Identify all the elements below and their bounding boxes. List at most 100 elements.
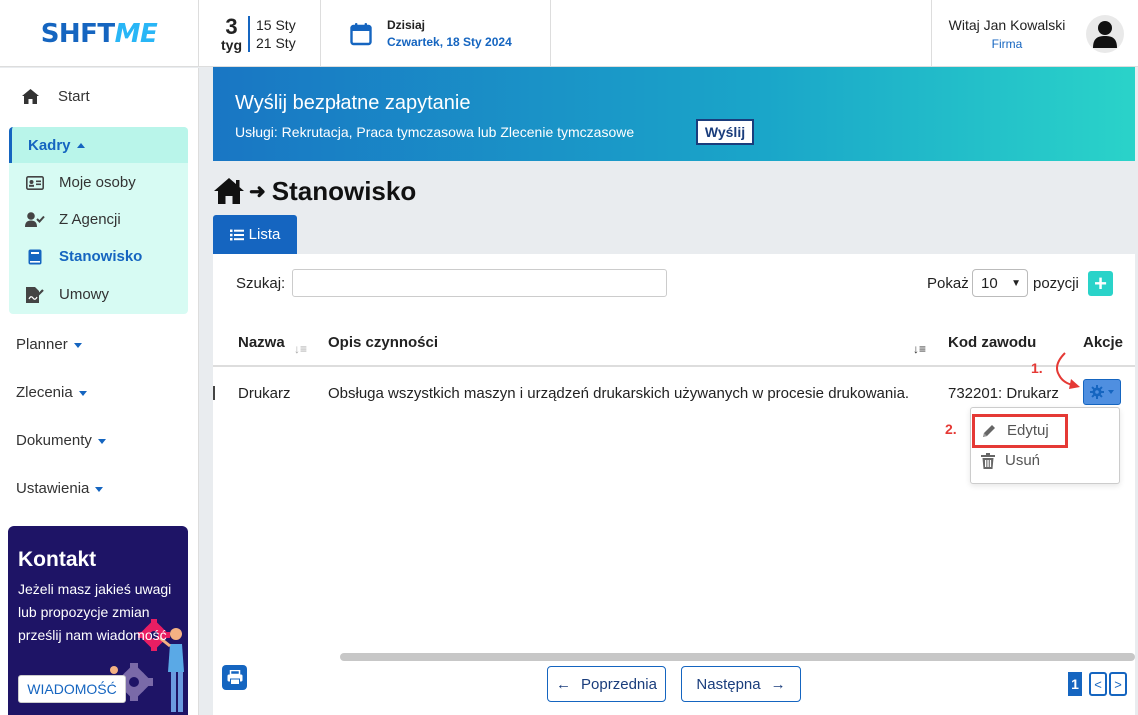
logo-text-part1: SHFT <box>40 18 115 49</box>
row-actions-button[interactable] <box>1083 379 1121 405</box>
id-card-icon <box>25 175 45 190</box>
positions-label: pozycji <box>1033 275 1079 292</box>
top-header: SHFT ME 3 tyg 15 Sty 21 Sty Dzisiaj Czwar… <box>0 0 1138 67</box>
current-page-number[interactable]: 1 <box>1068 672 1082 696</box>
caret-down-icon <box>73 342 82 348</box>
previous-page-button[interactable]: ← Poprzednia <box>547 666 666 702</box>
highlight-box <box>972 414 1068 448</box>
annotation-step-2: 2. <box>945 421 957 437</box>
week-end-date: 21 Sty <box>256 34 296 51</box>
sidebar-item-label: Stanowisko <box>59 248 143 265</box>
caret-down-icon <box>95 486 104 492</box>
cell-code: 732201: Drukarz <box>948 385 1059 402</box>
page-size-select[interactable]: 10 ▼ <box>972 269 1028 297</box>
print-button[interactable] <box>222 665 247 690</box>
today-label: Dzisiaj <box>387 18 426 32</box>
kadry-section: Kadry Moje osoby Z Agencji Stanowisko Um… <box>9 127 188 314</box>
book-icon <box>25 249 45 265</box>
sidebar-item-label: Umowy <box>59 286 110 303</box>
caret-up-icon <box>76 142 85 148</box>
sidebar-item-kadry[interactable]: Kadry <box>9 127 188 163</box>
arrow-right-icon: ➜ <box>249 180 266 203</box>
user-avatar-icon[interactable] <box>1086 14 1124 53</box>
sidebar-item-zlecenia[interactable]: Zlecenia <box>16 384 87 401</box>
send-inquiry-button[interactable]: Wyślij <box>696 119 754 145</box>
sidebar-item-z-agencji[interactable]: Z Agencji <box>25 211 121 228</box>
gear-icon <box>1090 385 1104 399</box>
tab-label: Lista <box>248 226 281 243</box>
tab-lista[interactable]: Lista <box>213 215 297 254</box>
banner-title: Wyślij bezpłatne zapytanie <box>235 92 471 114</box>
plus-icon: + <box>1094 270 1107 296</box>
list-icon <box>229 229 244 240</box>
company-name[interactable]: Firma <box>932 37 1082 51</box>
sidebar-item-label: Kadry <box>28 136 71 154</box>
sidebar-item-start[interactable]: Start <box>20 88 90 105</box>
show-label: Pokaż <box>927 275 969 292</box>
sort-icon[interactable]: ↓≡ <box>294 342 307 356</box>
today-indicator: Dzisiaj Czwartek, 18 Sty 2024 <box>322 0 551 67</box>
page-size-value: 10 <box>981 274 998 292</box>
sidebar-item-moje-osoby[interactable]: Moje osoby <box>25 174 136 191</box>
week-label: tyg <box>221 36 242 53</box>
arrow-right-icon: → <box>770 675 786 693</box>
sidebar-item-umowy[interactable]: Umowy <box>25 286 109 303</box>
menu-item-label: Usuń <box>1005 452 1041 469</box>
sidebar-item-label: Zlecenia <box>16 384 73 401</box>
content-panel: Szukaj: Pokaż 10 ▼ pozycji + Nazwa ↓≡ Op… <box>213 254 1135 715</box>
print-icon <box>227 670 242 685</box>
contact-card: Kontakt Jeżeli masz jakieś uwagi lub pro… <box>8 526 188 715</box>
week-number: 3 <box>225 13 238 39</box>
annotation-arrow-icon <box>1056 352 1080 389</box>
search-input[interactable] <box>292 269 667 297</box>
annotation-step-1: 1. <box>1031 360 1043 376</box>
sort-icon[interactable]: ↓≡ <box>913 342 926 356</box>
column-header-kod[interactable]: Kod zawodu <box>948 334 1036 351</box>
sidebar-item-label: Dokumenty <box>16 432 92 449</box>
page-next-arrow[interactable]: > <box>1109 672 1127 696</box>
horizontal-scrollbar[interactable] <box>340 653 1135 661</box>
menu-item-usun[interactable]: Usuń <box>981 452 1040 469</box>
sidebar-item-label: Z Agencji <box>59 211 121 228</box>
file-signature-icon <box>25 286 45 303</box>
next-page-button[interactable]: Następna → <box>681 666 801 702</box>
message-button[interactable]: WIADOMOŚĆ <box>18 675 126 703</box>
column-header-akcje: Akcje <box>1083 334 1124 351</box>
chevron-down-icon: ▼ <box>1011 278 1021 289</box>
previous-label: Poprzednia <box>581 675 657 693</box>
page-title: Stanowisko <box>271 175 417 206</box>
shiftme-logo[interactable]: SHFT ME <box>0 0 199 67</box>
column-header-opis[interactable]: Opis czynności <box>328 334 438 351</box>
header-divider <box>213 365 1135 367</box>
sidebar-item-ustawienia[interactable]: Ustawienia <box>16 480 104 497</box>
sidebar-item-label: Ustawienia <box>16 480 90 497</box>
caret-down-icon <box>1108 390 1114 394</box>
page-prev-arrow[interactable]: < <box>1089 672 1107 696</box>
sidebar-item-label: Planner <box>16 336 68 353</box>
user-menu[interactable]: Witaj Jan Kowalski Firma <box>931 0 1138 67</box>
home-icon <box>20 89 40 104</box>
banner-subtitle: Usługi: Rekrutacja, Praca tymczasowa lub… <box>235 124 635 140</box>
contact-title: Kontakt <box>18 548 97 571</box>
calendar-icon <box>350 22 372 45</box>
breadcrumb: ➜ Stanowisko <box>213 174 416 208</box>
week-indicator[interactable]: 3 tyg 15 Sty 21 Sty <box>200 0 321 67</box>
chevron-right-icon: > <box>1114 676 1122 692</box>
sidebar-item-dokumenty[interactable]: Dokumenty <box>16 432 106 449</box>
sidebar: Start Kadry Moje osoby Z Agencji Stanowi… <box>0 68 199 715</box>
caret-down-icon <box>78 390 87 396</box>
sidebar-item-stanowisko[interactable]: Stanowisko <box>25 248 142 265</box>
today-date: Czwartek, 18 Sty 2024 <box>387 35 512 49</box>
cell-description: Obsługa wszystkich maszyn i urządzeń dru… <box>328 385 910 402</box>
trash-icon <box>981 452 995 469</box>
sidebar-item-label: Moje osoby <box>59 174 136 191</box>
column-header-nazwa[interactable]: Nazwa <box>238 334 285 351</box>
chevron-left-icon: < <box>1094 676 1102 692</box>
user-check-icon <box>25 212 45 227</box>
logo-text-part2: ME <box>114 18 158 49</box>
add-button[interactable]: + <box>1088 271 1113 296</box>
sidebar-item-planner[interactable]: Planner <box>16 336 82 353</box>
home-icon[interactable] <box>213 177 245 205</box>
cell-name: Drukarz <box>238 385 291 402</box>
sidebar-item-label: Start <box>58 88 90 105</box>
